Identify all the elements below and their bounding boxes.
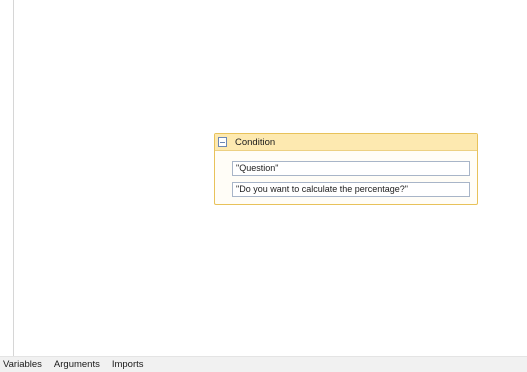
message-expression-field[interactable]: "Do you want to calculate the percentage…	[232, 182, 470, 197]
activity-title: Condition	[235, 136, 276, 148]
document-icon	[218, 137, 227, 147]
tab-arguments[interactable]: Arguments	[54, 358, 100, 372]
condition-activity[interactable]: Condition "Question" "Do you want to cal…	[214, 133, 478, 205]
tab-imports[interactable]: Imports	[112, 358, 144, 372]
title-expression-field[interactable]: "Question"	[232, 161, 470, 176]
tab-variables[interactable]: Variables	[3, 358, 42, 372]
activity-body: "Question" "Do you want to calculate the…	[215, 151, 477, 197]
activity-header[interactable]: Condition	[215, 134, 477, 151]
workflow-designer: Condition "Question" "Do you want to cal…	[0, 0, 527, 372]
designer-bottom-bar: Variables Arguments Imports	[0, 356, 527, 372]
